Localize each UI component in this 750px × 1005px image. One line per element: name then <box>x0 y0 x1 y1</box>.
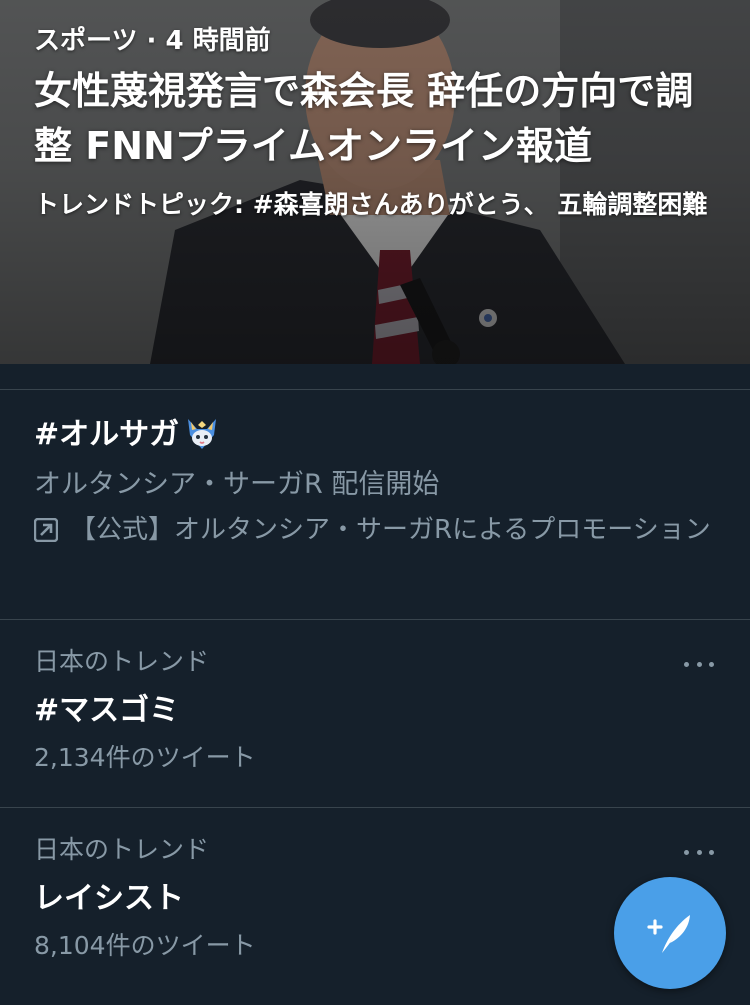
compose-tweet-button[interactable] <box>614 877 726 989</box>
news-hero-card[interactable]: スポーツ · 4 時間前 女性蔑視発言で森会長 辞任の方向で調整 FNNプライム… <box>0 0 750 364</box>
trend-context: 日本のトレンド <box>34 835 210 864</box>
trend-title: #マスゴミ <box>34 693 180 728</box>
trend-context: 日本のトレンド <box>34 647 210 676</box>
news-headline[interactable]: 女性蔑視発言で森会長 辞任の方向で調整 FNNプライムオンライン報道 <box>34 64 716 174</box>
promoted-hashtag: #オルサガ <box>34 417 180 452</box>
promoted-by-row: 【公式】オルタンシア・サーガRによるプロモーション <box>34 512 716 548</box>
compose-tweet-icon <box>647 915 690 953</box>
promoted-description: オルタンシア・サーガR 配信開始 <box>34 469 440 500</box>
hashflag-fox-icon <box>188 419 217 449</box>
promoted-by-label: 【公式】オルタンシア・サーガRによるプロモーション <box>70 515 711 545</box>
promoted-trend-title: #オルサガ <box>34 410 716 460</box>
trend-tweet-count: 2,134件のツイート <box>34 743 256 772</box>
news-trending-topics: トレンドトピック: #森喜朗さんありがとう、 五輪調整困難 <box>34 190 708 219</box>
more-options-icon[interactable] <box>684 659 714 669</box>
trend-item[interactable]: 日本のトレンド #マスゴミ 2,134件のツイート <box>0 619 750 808</box>
promoted-trend[interactable]: #オルサガ オルタンシア・サーガR 配信開始 【公式】オルタンシア・サーガRによ… <box>0 389 750 620</box>
promoted-arrow-icon <box>34 518 58 542</box>
section-spacer <box>0 364 750 390</box>
news-text: スポーツ · 4 時間前 女性蔑視発言で森会長 辞任の方向で調整 FNNプライム… <box>34 22 716 223</box>
explore-page: スポーツ · 4 時間前 女性蔑視発言で森会長 辞任の方向で調整 FNNプライム… <box>0 0 750 1005</box>
more-options-icon[interactable] <box>684 847 714 857</box>
trend-title: レイシスト <box>34 881 184 916</box>
news-meta: スポーツ · 4 時間前 <box>34 26 271 56</box>
